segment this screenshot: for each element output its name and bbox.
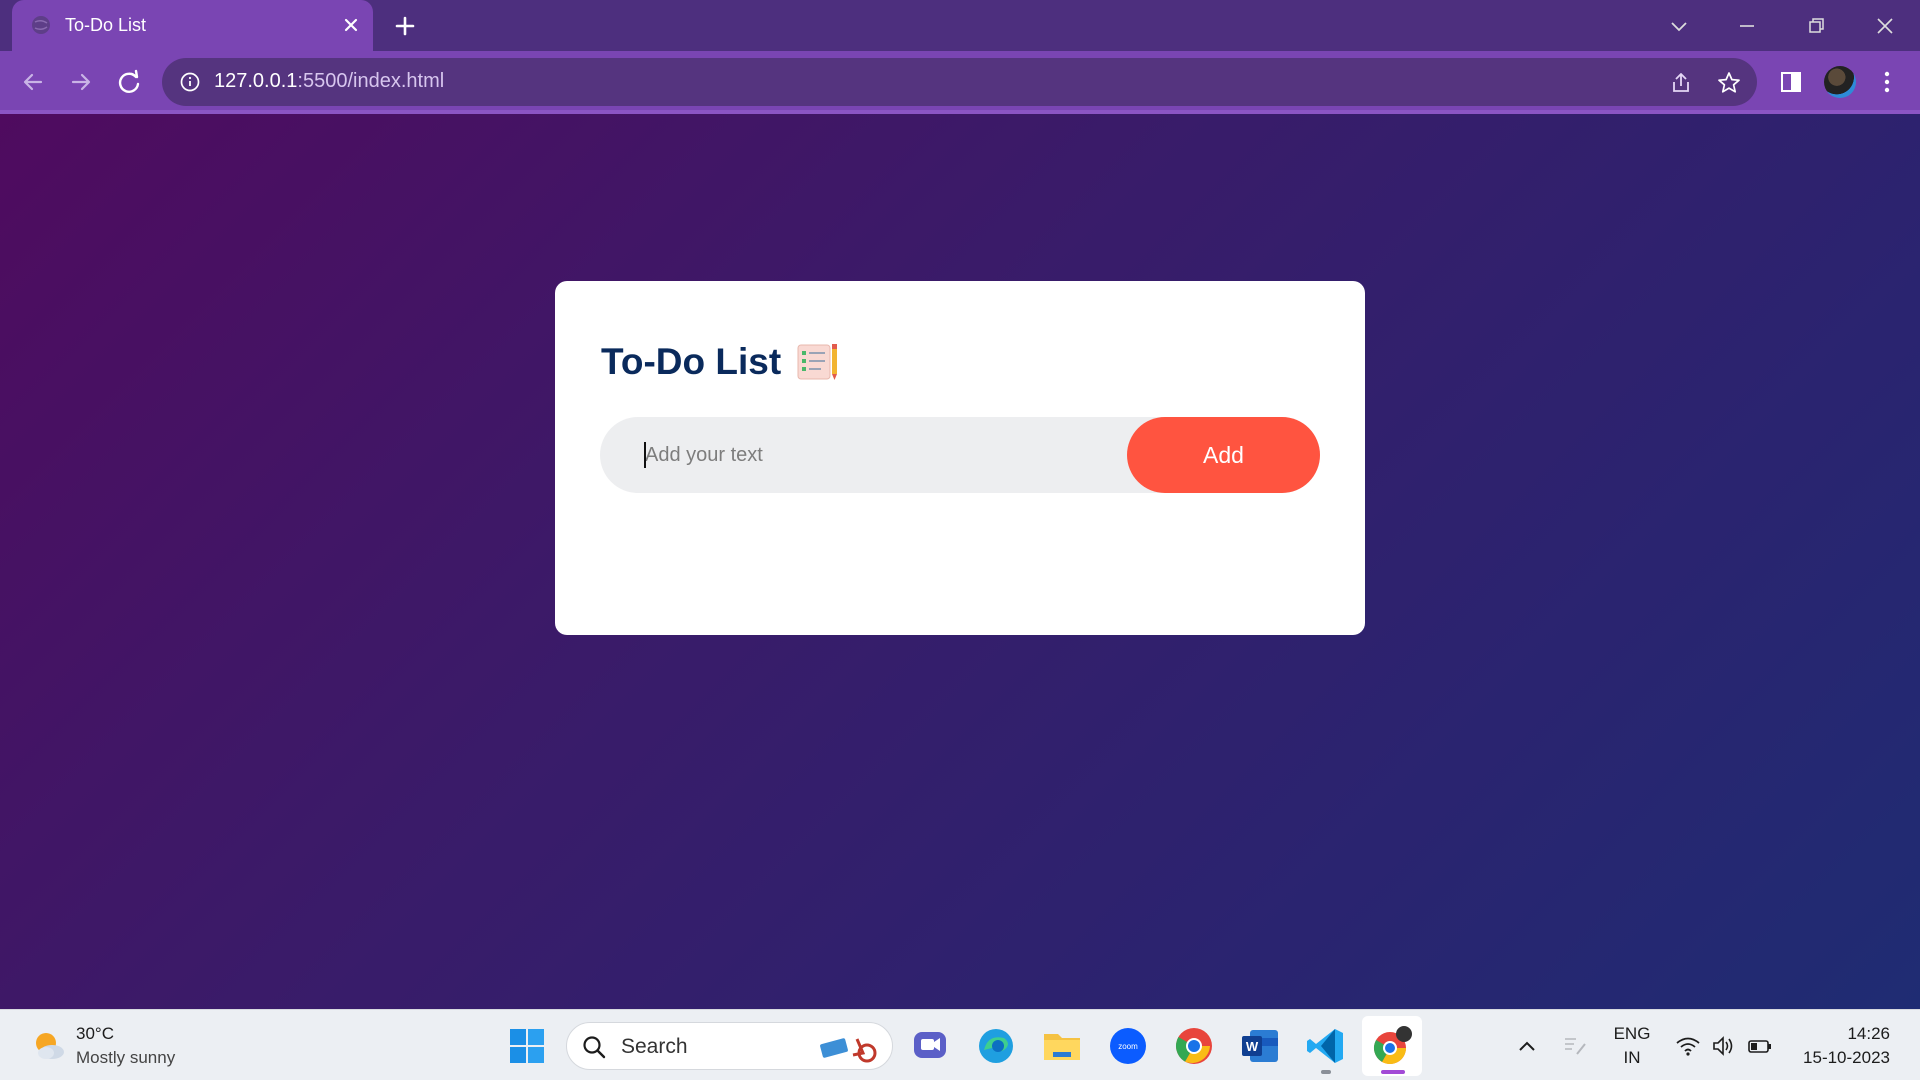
tab-search-chevron-icon[interactable] <box>1661 8 1697 44</box>
checklist-icon <box>797 344 838 380</box>
svg-text:W: W <box>1246 1039 1259 1054</box>
url-host: 127.0.0.1 <box>214 70 298 92</box>
vscode-running-indicator <box>1321 1070 1331 1074</box>
minimize-icon[interactable] <box>1729 8 1765 44</box>
volume-icon[interactable] <box>1711 1034 1737 1058</box>
teams-meet-icon[interactable] <box>908 1024 952 1068</box>
text-caret <box>644 442 646 468</box>
add-button[interactable]: Add <box>1127 417 1320 493</box>
file-explorer-icon[interactable] <box>1040 1024 1084 1068</box>
chrome-active-indicator <box>1381 1070 1405 1074</box>
browser-tab[interactable]: To-Do List <box>12 0 373 51</box>
tab-title: To-Do List <box>65 15 147 35</box>
tab-strip: To-Do List <box>0 0 1920 51</box>
clock-time[interactable]: 14:26 <box>1780 1024 1890 1044</box>
browser-toolbar: 127.0.0.1:5500/index.html <box>0 51 1920 113</box>
word-icon[interactable]: W <box>1238 1024 1282 1068</box>
svg-text:zoom: zoom <box>1118 1042 1138 1051</box>
zoom-icon[interactable]: zoom <box>1106 1024 1150 1068</box>
edge-browser-icon[interactable] <box>974 1024 1018 1068</box>
chrome-profile-icon[interactable] <box>1370 1024 1414 1068</box>
search-highlight-icon <box>820 1038 877 1063</box>
address-bar[interactable]: 127.0.0.1:5500/index.html <box>162 58 1757 106</box>
url-text[interactable]: 127.0.0.1:5500/index.html <box>214 70 444 93</box>
reload-icon[interactable] <box>112 65 146 99</box>
site-info-icon[interactable] <box>179 71 201 93</box>
profile-avatar[interactable] <box>1824 66 1856 98</box>
todo-title: To-Do List <box>601 341 839 383</box>
close-window-icon[interactable] <box>1867 8 1903 44</box>
forward-arrow-icon[interactable] <box>64 65 98 99</box>
partly-sunny-icon <box>36 1033 64 1059</box>
battery-icon[interactable] <box>1747 1034 1773 1058</box>
wifi-icon[interactable] <box>1675 1034 1701 1058</box>
todo-title-text: To-Do List <box>601 341 782 382</box>
todo-input[interactable] <box>600 417 1140 493</box>
restore-icon[interactable] <box>1798 8 1834 44</box>
back-arrow-icon[interactable] <box>16 65 50 99</box>
weather-temp: 30°C <box>76 1024 114 1043</box>
taskbar-search[interactable]: Search <box>566 1022 893 1070</box>
todo-card: To-Do List Add <box>555 281 1365 635</box>
close-tab-icon[interactable] <box>337 11 365 39</box>
weather-desc: Mostly sunny <box>76 1048 176 1067</box>
new-tab-icon[interactable] <box>390 11 420 41</box>
bookmark-star-icon[interactable] <box>1716 70 1742 96</box>
taskbar: 30°C Mostly sunny Search zoom W ENG IN 1… <box>0 1009 1920 1080</box>
url-path: :5500/index.html <box>297 70 445 92</box>
chevron-up-icon[interactable] <box>1514 1034 1540 1058</box>
language-bottom[interactable]: IN <box>1612 1048 1652 1068</box>
tablet-pen-icon[interactable] <box>1562 1034 1588 1058</box>
language-top[interactable]: ENG <box>1612 1024 1652 1044</box>
globe-icon <box>32 16 50 34</box>
clock-date[interactable]: 15-10-2023 <box>1780 1048 1890 1068</box>
windows-start-icon[interactable] <box>505 1024 549 1068</box>
chrome-icon[interactable] <box>1172 1024 1216 1068</box>
page-background: To-Do List Add <box>0 114 1920 1009</box>
side-panel-icon[interactable] <box>1774 65 1808 99</box>
todo-input-row: Add <box>600 417 1320 493</box>
search-icon <box>583 1036 606 1059</box>
vscode-icon[interactable] <box>1304 1024 1348 1068</box>
search-placeholder: Search <box>621 1035 688 1058</box>
share-icon[interactable] <box>1668 70 1694 96</box>
menu-kebab-icon[interactable] <box>1870 65 1904 99</box>
